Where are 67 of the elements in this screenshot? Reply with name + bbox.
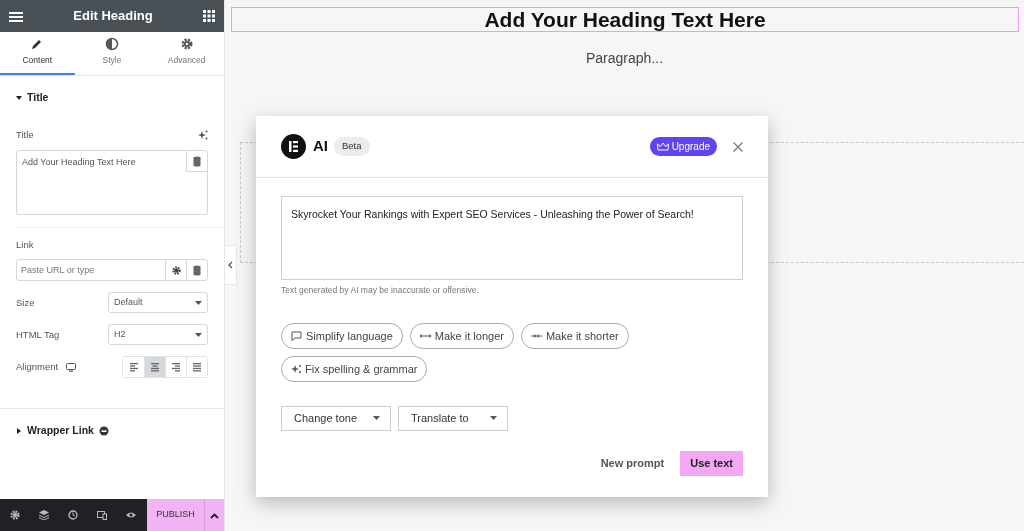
gear-icon — [9, 510, 20, 520]
menu-icon — [9, 10, 23, 23]
sparkle-icon — [291, 363, 301, 374]
align-button[interactable] — [144, 357, 165, 378]
align-left-icon — [129, 362, 138, 372]
upgrade-button[interactable]: Upgrade — [649, 137, 717, 156]
caret-down-icon — [195, 332, 202, 337]
align-right-icon — [172, 362, 180, 372]
beta-badge: Beta — [334, 137, 370, 156]
caret-down-icon — [195, 300, 202, 305]
action-chip[interactable]: Make it shorter — [520, 322, 629, 349]
apps-button[interactable] — [203, 9, 215, 22]
section-toggle[interactable]: Title — [16, 90, 49, 106]
desktop-icon — [66, 362, 77, 372]
publish-options-button[interactable] — [204, 499, 224, 531]
crown-icon — [656, 142, 669, 151]
field-label: Link — [16, 238, 35, 252]
action-chip[interactable]: Simplify language — [281, 322, 403, 349]
database-icon[interactable] — [193, 155, 201, 167]
expand-arrows-icon — [419, 332, 431, 339]
layers-icon — [38, 510, 49, 520]
caret-down-icon — [373, 416, 380, 421]
panel-title: Edit Heading — [73, 8, 153, 24]
generated-text-field[interactable]: Skyrocket Your Rankings with Expert SEO Services - Unleashing the Power of Search! — [281, 196, 743, 280]
contrast-icon — [105, 37, 119, 52]
dialog-title: AI — [313, 136, 328, 157]
section-toggle[interactable]: Wrapper Link — [16, 423, 109, 439]
publish-button[interactable]: PUBLISH — [147, 499, 204, 531]
chevron-left-icon — [228, 261, 233, 269]
align-center-icon — [151, 362, 159, 372]
shrink-arrows-icon — [530, 332, 542, 339]
select-field[interactable]: H2 — [108, 324, 208, 346]
sparkle-icon — [198, 129, 208, 140]
field-label: HTML Tag — [16, 327, 60, 342]
align-button[interactable] — [186, 357, 207, 378]
action-chip[interactable]: Make it longer — [409, 322, 514, 349]
disclaimer-text: Text generated by AI may be inaccurate or offensive. — [281, 284, 480, 297]
field-label: Title — [16, 127, 34, 142]
align-justify-icon — [193, 362, 201, 372]
caret-right-icon — [16, 428, 22, 435]
field-label: Alignment — [16, 360, 59, 375]
grid-icon — [203, 9, 215, 22]
dropdown-button[interactable]: Change tone — [281, 405, 391, 431]
new-prompt-button[interactable]: New prompt — [600, 455, 665, 472]
history-icon — [67, 510, 78, 520]
field-label: Size — [16, 295, 35, 310]
title-textarea[interactable]: Add Your Heading Text Here — [16, 150, 208, 215]
panel-tab[interactable]: Content — [0, 31, 75, 75]
chevron-up-icon — [210, 512, 219, 519]
alignment-control[interactable] — [122, 356, 208, 379]
caret-down-icon — [490, 416, 497, 421]
dropdown-button[interactable]: Translate to — [398, 405, 508, 431]
crown-icon — [98, 426, 109, 437]
speech-bubble-icon — [291, 330, 302, 341]
select-field[interactable]: Default — [108, 292, 208, 314]
devices-icon — [96, 510, 107, 520]
gear-icon — [179, 37, 194, 52]
page-heading[interactable]: Add Your Heading Text Here — [231, 7, 1019, 32]
page-paragraph[interactable]: Paragraph... — [225, 48, 1024, 69]
panel-tab[interactable]: Advanced — [149, 31, 224, 75]
panel-tab[interactable]: Style — [74, 31, 150, 75]
logo-icon — [281, 134, 306, 159]
eye-icon — [125, 510, 136, 520]
close-icon — [733, 142, 743, 153]
use-text-button[interactable]: Use text — [680, 451, 743, 476]
caret-down-icon — [16, 94, 22, 101]
action-chip[interactable]: Fix spelling & grammar — [281, 355, 428, 382]
